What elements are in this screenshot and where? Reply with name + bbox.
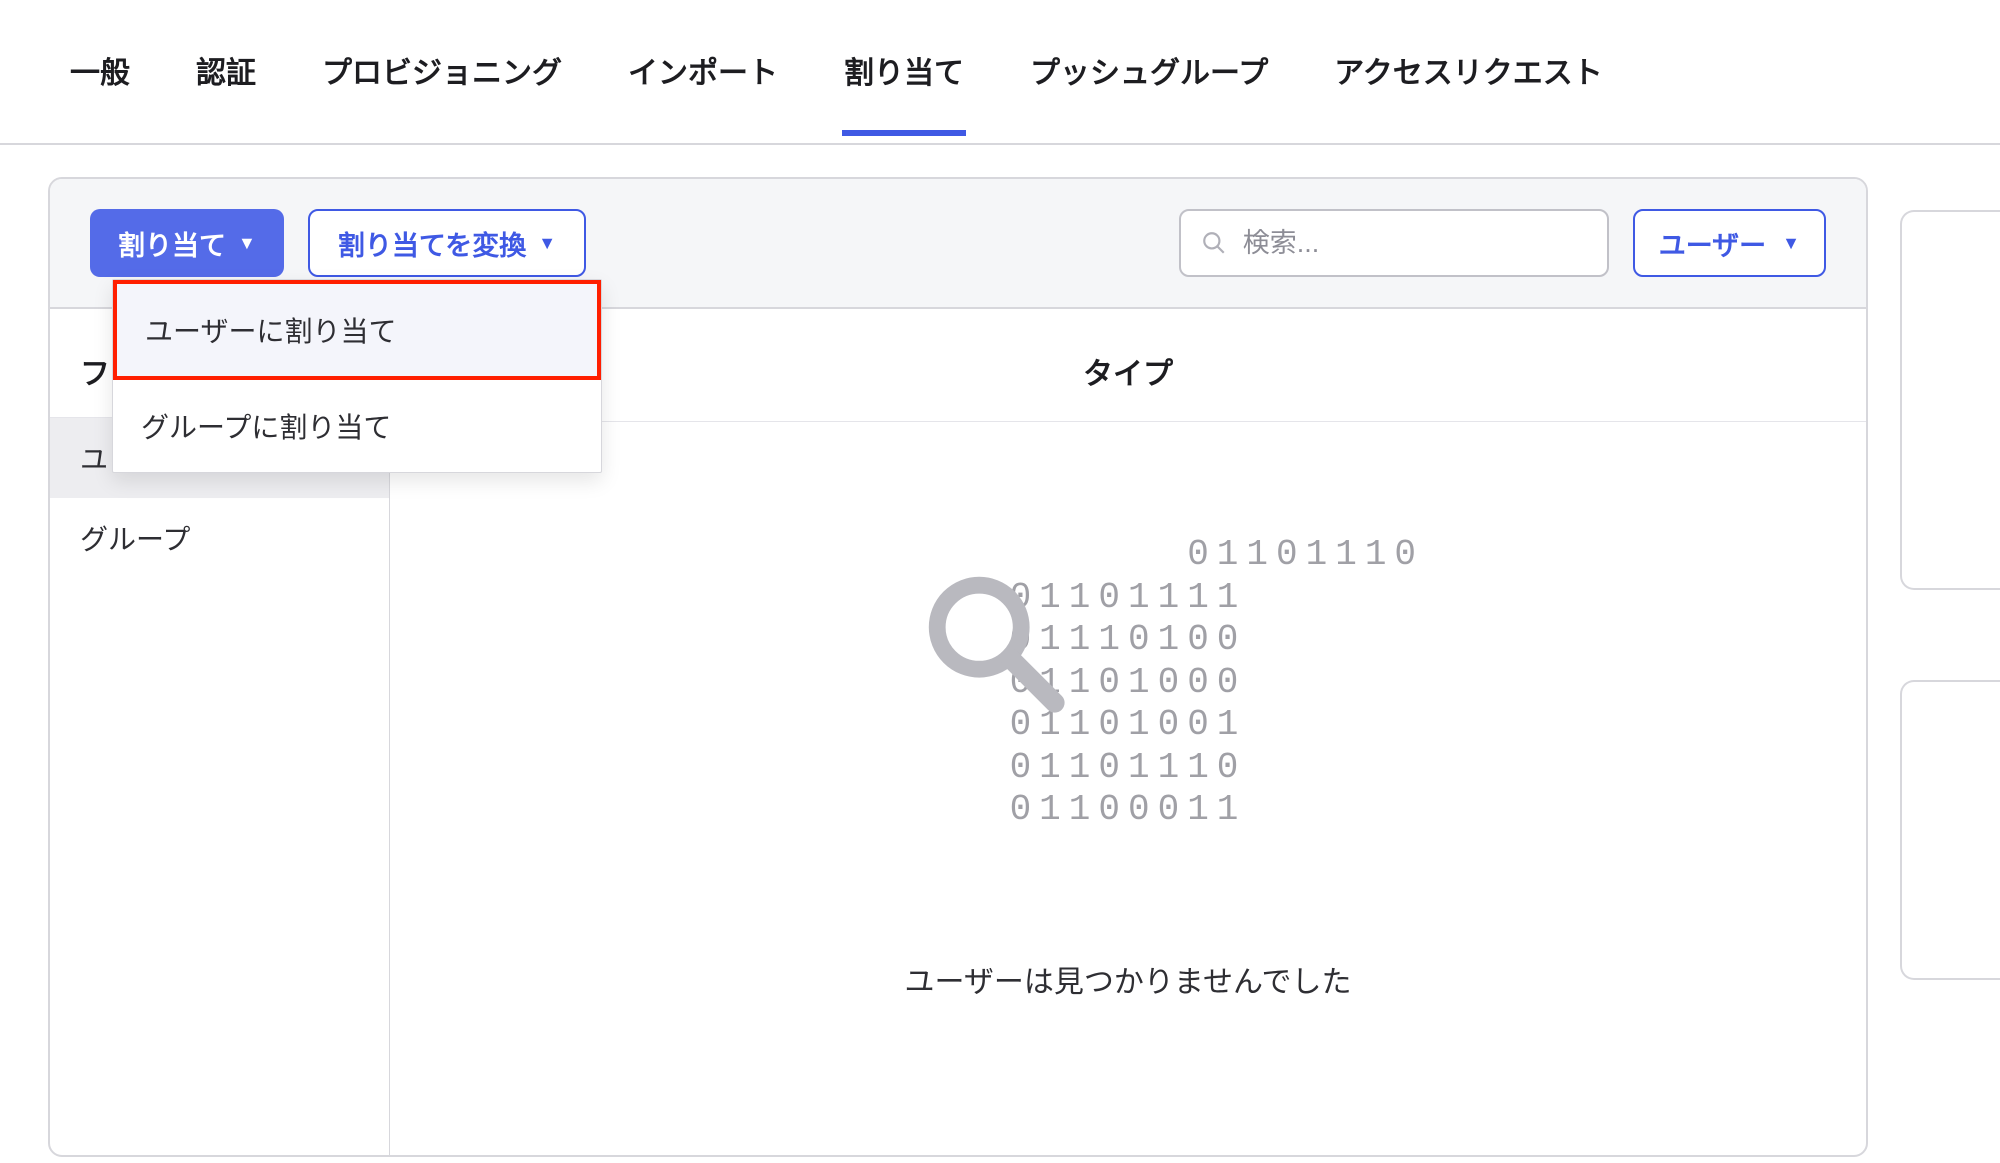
empty-state: 01101110 01101111 01110100 01101000 0110… [390,422,1866,1001]
empty-message: ユーザーは見つかりませんでした [905,957,1352,1001]
convert-button-label: 割り当てを変換 [338,224,526,263]
caret-down-icon: ▼ [538,234,556,252]
search-input[interactable] [1243,228,1587,259]
side-card-bottom [1900,680,2000,980]
assign-to-groups-item[interactable]: グループに割り当て [113,380,601,472]
sidebar-item-groups[interactable]: グループ [50,498,389,578]
assign-button-label: 割り当て [118,224,226,263]
tab-assignments[interactable]: 割り当て [842,48,966,134]
tab-access-request[interactable]: アクセスリクエスト [1332,48,1605,134]
search-box[interactable] [1179,209,1609,277]
tab-general[interactable]: 一般 [68,48,132,134]
assign-to-users-item[interactable]: ユーザーに割り当て [113,280,601,380]
caret-down-icon: ▼ [1782,234,1800,252]
side-card-top [1900,210,2000,590]
convert-assignments-button[interactable]: 割り当てを変換 ▼ [308,209,586,277]
assignments-panel: 割り当て ▼ 割り当てを変換 ▼ ユーザー ▼ ユーザーに割り当て [48,177,1868,1157]
caret-down-icon: ▼ [238,234,256,252]
tab-bar: 一般 認証 プロビジョニング インポート 割り当て プッシュグループ アクセスリ… [0,0,2000,145]
assign-dropdown: ユーザーに割り当て グループに割り当て [112,279,602,473]
column-header-type: タイプ [390,309,1866,422]
filter-dropdown[interactable]: ユーザー ▼ [1633,209,1826,277]
binary-art: 01101110 01101111 01110100 01101000 0110… [832,492,1424,917]
search-icon [1201,230,1227,256]
main-area: タイプ 01101110 01101111 01110100 01101000 … [390,309,1866,1155]
tab-provisioning[interactable]: プロビジョニング [320,48,564,134]
tab-auth[interactable]: 認証 [194,48,258,134]
tab-import[interactable]: インポート [626,48,780,134]
tab-push-groups[interactable]: プッシュグループ [1028,48,1270,134]
filter-label: ユーザー [1659,224,1766,263]
assign-button[interactable]: 割り当て ▼ [90,209,284,277]
